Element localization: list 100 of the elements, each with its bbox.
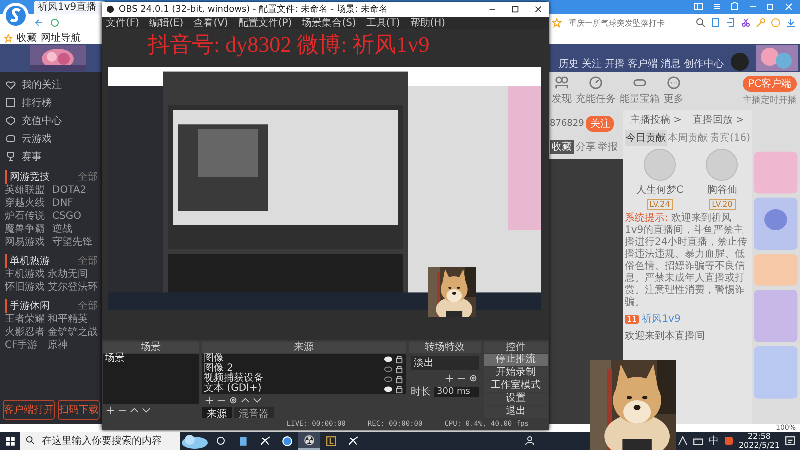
category-link[interactable]: 艾尔登法环 — [48, 282, 98, 294]
menu-item[interactable]: 场景集合(S) — [302, 16, 356, 30]
category-link[interactable]: DOTA2 — [52, 185, 98, 197]
source-item[interactable]: 文本 (GDI+) — [202, 384, 406, 394]
nav-item[interactable]: 历史 — [559, 57, 579, 71]
nav-item[interactable]: 关注 — [582, 57, 602, 71]
more-link[interactable]: 全部 — [78, 254, 98, 268]
room-link[interactable]: 主播投稿 > — [630, 113, 682, 127]
category-link[interactable]: 火影忍者 — [5, 327, 46, 339]
source-item[interactable]: 图像 2 — [202, 364, 406, 374]
bookmark-link[interactable]: 收藏 — [17, 31, 37, 45]
category-link[interactable]: 怀旧游戏 — [5, 282, 46, 294]
key-icon — [756, 18, 766, 28]
lock-icon — [395, 364, 404, 374]
menu-item[interactable]: 帮助(H) — [410, 16, 446, 30]
category-link[interactable]: 逆战 — [52, 224, 98, 236]
scene-item[interactable]: 场景 — [103, 354, 199, 364]
control-button[interactable]: 工作室模式 — [484, 380, 548, 392]
menu-item[interactable]: 查看(V) — [194, 16, 228, 30]
category-link[interactable]: 和平精英 — [48, 314, 98, 326]
rank-tab[interactable]: 今日贡献 — [625, 130, 667, 146]
user-name: 人生何梦C — [636, 184, 684, 197]
category-link[interactable]: 网易游戏 — [5, 237, 50, 249]
clock-date[interactable]: 2022/5/21 — [738, 441, 780, 450]
category-link[interactable]: 永劫无间 — [48, 269, 98, 281]
sidebar-item[interactable]: 我的关注 — [3, 76, 100, 93]
screen-icon — [711, 18, 721, 28]
sidebar-item[interactable]: 云游戏 — [3, 130, 100, 147]
source-item[interactable]: 图像 — [202, 354, 406, 364]
transition-select[interactable]: 淡出 — [411, 356, 479, 370]
category-link[interactable]: 金铲铲之战 — [48, 327, 98, 339]
download-icon — [786, 18, 796, 28]
client-note: 主播定时开播 — [743, 94, 797, 107]
bird-icon — [348, 436, 358, 446]
duration-field[interactable]: 300 ms — [434, 387, 479, 397]
search-field[interactable]: 在这里输入你要搜索的内容 — [20, 432, 180, 450]
room-action[interactable]: 发现 — [552, 76, 572, 106]
sidebar-item[interactable]: 充值中心 — [3, 112, 100, 129]
control-button[interactable]: 开始录制 — [484, 367, 548, 379]
exit-icon — [726, 18, 736, 28]
back-icon — [34, 18, 44, 28]
more-link[interactable]: 全部 — [78, 299, 98, 313]
category-link[interactable]: CF手游 — [5, 340, 46, 352]
room-action[interactable]: 充能任务 — [576, 76, 616, 106]
room-tool[interactable]: 举报 — [598, 140, 618, 154]
input-method[interactable]: 中 — [708, 434, 719, 448]
browser-tab[interactable]: 祈风1v9直播 — [34, 1, 106, 14]
nav-item[interactable]: 开播 — [605, 57, 625, 71]
menu-item[interactable]: 文件(F) — [106, 16, 140, 30]
client-button[interactable]: 扫码下载 — [58, 400, 100, 420]
close-icon — [534, 5, 543, 14]
game-logo-icon — [326, 436, 336, 446]
room-action[interactable]: 更多 — [664, 76, 684, 106]
control-button[interactable]: 设置 — [484, 393, 548, 405]
overlay-text: 抖音号: dy8302 微博: 祈风1v9 — [148, 31, 430, 59]
control-button[interactable]: 停止推流 — [484, 354, 548, 366]
source-item[interactable]: 视频捕获设备 — [202, 374, 406, 384]
sidebar-icon — [694, 2, 704, 12]
category-link[interactable]: 英雄联盟 — [5, 185, 50, 197]
trophy-icon — [6, 152, 16, 162]
nav-item[interactable]: 消息 — [661, 57, 681, 71]
nav-item[interactable]: 客户端 — [628, 57, 658, 71]
lock-icon — [395, 384, 404, 394]
category-link[interactable]: 炉石传说 — [5, 211, 50, 223]
add-icon — [445, 374, 454, 383]
menu-item[interactable]: 工具(T) — [366, 16, 400, 30]
room-tool[interactable]: 分享 — [576, 140, 596, 154]
room-link[interactable]: 直播回放 > — [692, 113, 745, 127]
gamepad-icon — [6, 134, 16, 144]
obs-logo-icon — [106, 5, 115, 14]
sidebar-item[interactable]: 排行榜 — [3, 94, 100, 111]
menu-item[interactable]: 配置文件(P) — [238, 16, 292, 30]
nav-item[interactable]: 创作中心 — [684, 57, 724, 71]
category-link[interactable]: 穿越火线 — [5, 198, 50, 210]
category-link[interactable]: CSGO — [52, 211, 98, 223]
down-icon — [142, 406, 151, 415]
room-action[interactable]: 能量宝箱 — [620, 76, 660, 106]
category-link[interactable]: 原神 — [48, 340, 98, 352]
level-badge: LV.20 — [709, 199, 736, 210]
room-tool[interactable]: 收藏 — [550, 140, 574, 154]
chart-icon — [6, 98, 16, 108]
dock-title: 来源 — [202, 342, 406, 353]
category-link[interactable]: 王者荣耀 — [5, 314, 46, 326]
fan-badge: 11 — [625, 314, 640, 324]
bookmark-link[interactable]: 网址导航 — [41, 31, 81, 45]
category-link[interactable]: 守望先锋 — [52, 237, 98, 249]
menu-item[interactable]: 编辑(E) — [150, 16, 184, 30]
sidebar-item[interactable]: 赛事 — [3, 148, 100, 165]
gauge-icon — [589, 76, 603, 90]
client-button[interactable]: 客户端打开 — [3, 400, 55, 420]
control-button[interactable]: 退出 — [484, 406, 548, 418]
clock-time[interactable]: 22:58 — [748, 432, 772, 441]
taskbar-app[interactable] — [298, 432, 320, 450]
category-link[interactable]: 主机游戏 — [5, 269, 46, 281]
weather-icon — [180, 432, 210, 450]
shield-icon — [6, 116, 16, 126]
lock-icon — [395, 374, 404, 384]
more-link[interactable]: 全部 — [78, 170, 98, 184]
category-link[interactable]: 魔兽争霸 — [5, 224, 50, 236]
category-link[interactable]: DNF — [52, 198, 98, 210]
